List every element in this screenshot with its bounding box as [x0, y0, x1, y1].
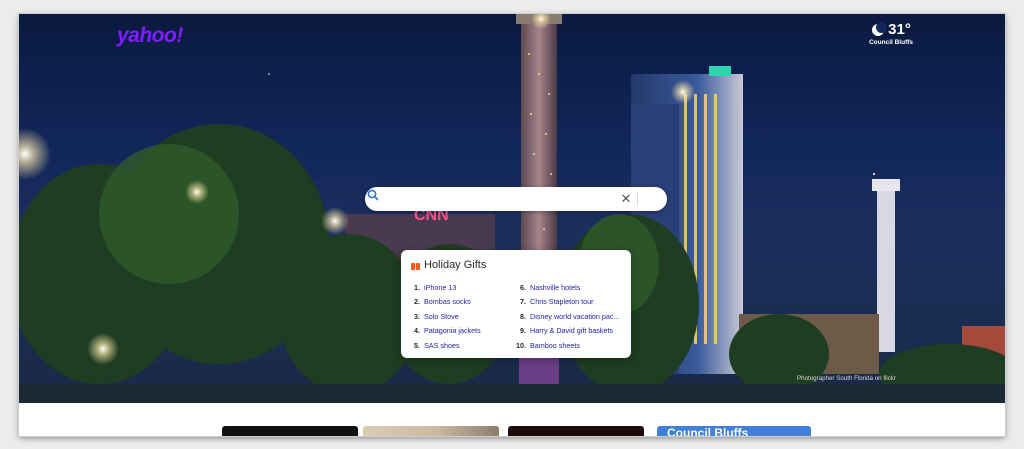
hero-background: CNN yahoo! 31° Council Bluffs ✕ Holiday …	[19, 14, 1005, 403]
trending-item-link[interactable]: SAS shoes	[424, 341, 460, 350]
trending-item[interactable]: 5. SAS shoes	[409, 338, 519, 353]
trending-item[interactable]: 2. Bombas socks	[409, 295, 519, 310]
trending-item-link[interactable]: Harry & David gift baskets	[530, 326, 613, 335]
trending-item-number: 6.	[520, 282, 526, 292]
trending-item[interactable]: 9. Harry & David gift baskets	[515, 324, 625, 339]
weather-location: Council Bluffs	[868, 39, 914, 46]
search-icon[interactable]	[365, 187, 381, 203]
yahoo-logo[interactable]: yahoo!	[117, 24, 183, 48]
trending-item[interactable]: 1. iPhone 13	[409, 280, 519, 295]
trending-item-number: 7.	[520, 297, 526, 307]
trending-item-link[interactable]: Solo Stove	[424, 312, 459, 321]
photo-credit[interactable]: Photographer South Florida on flickr	[797, 375, 896, 382]
trending-item[interactable]: 10. Bamboo sheets	[515, 338, 625, 353]
trending-item-number: 8.	[520, 311, 526, 321]
trending-item[interactable]: 3. Solo Stove	[409, 309, 519, 324]
news-card-3[interactable]	[508, 426, 644, 436]
trending-item-number: 5.	[414, 340, 420, 350]
trending-item-link[interactable]: Bamboo sheets	[530, 341, 580, 350]
trending-item-number: 9.	[520, 326, 526, 336]
gift-icon	[411, 260, 420, 270]
search-bar: ✕	[365, 187, 667, 211]
search-divider	[637, 192, 638, 206]
moon-icon	[871, 21, 888, 37]
trending-item-link[interactable]: Nashville hotels	[530, 283, 580, 292]
weather-temperature: 31°	[888, 21, 911, 38]
trending-item-link[interactable]: Chris Stapleton tour	[530, 297, 594, 306]
trending-item-number: 10.	[516, 340, 526, 350]
browser-viewport: CNN yahoo! 31° Council Bluffs ✕ Holiday …	[19, 14, 1005, 436]
trending-item-link[interactable]: Patagonia jackets	[424, 326, 481, 335]
trending-item-link[interactable]: Bombas socks	[424, 297, 471, 306]
trending-item-link[interactable]: Disney world vacation pac...	[530, 312, 620, 321]
close-icon[interactable]: ✕	[619, 190, 633, 208]
trending-item[interactable]: 6. Nashville hotels	[515, 280, 625, 295]
trending-item-link[interactable]: iPhone 13	[424, 283, 456, 292]
trending-item-number: 2.	[414, 297, 420, 307]
trending-item[interactable]: 7. Chris Stapleton tour	[515, 295, 625, 310]
news-card-2[interactable]	[363, 426, 499, 436]
trending-column-left: 1. iPhone 13 2. Bombas socks 3. Solo Stove …	[409, 280, 519, 353]
trending-item[interactable]: 8. Disney world vacation pac...	[515, 309, 625, 324]
trending-item-number: 3.	[414, 311, 420, 321]
weather-widget[interactable]: 31° Council Bluffs	[865, 21, 917, 46]
trending-panel: Holiday Gifts 1. iPhone 13 2. Bombas socks…	[401, 250, 631, 358]
news-card-1[interactable]	[222, 426, 358, 436]
trending-item-number: 1.	[414, 282, 420, 292]
weather-card[interactable]: Council Bluffs	[657, 426, 811, 436]
trending-column-right: 6. Nashville hotels 7. Chris Stapleton tou…	[515, 280, 625, 353]
trending-title: Holiday Gifts	[424, 259, 487, 271]
trending-item-number: 4.	[414, 326, 420, 336]
weather-card-title: Council Bluffs	[667, 426, 749, 436]
search-input[interactable]	[379, 191, 613, 209]
trending-header: Holiday Gifts	[411, 259, 486, 271]
trending-item[interactable]: 4. Patagonia jackets	[409, 324, 519, 339]
